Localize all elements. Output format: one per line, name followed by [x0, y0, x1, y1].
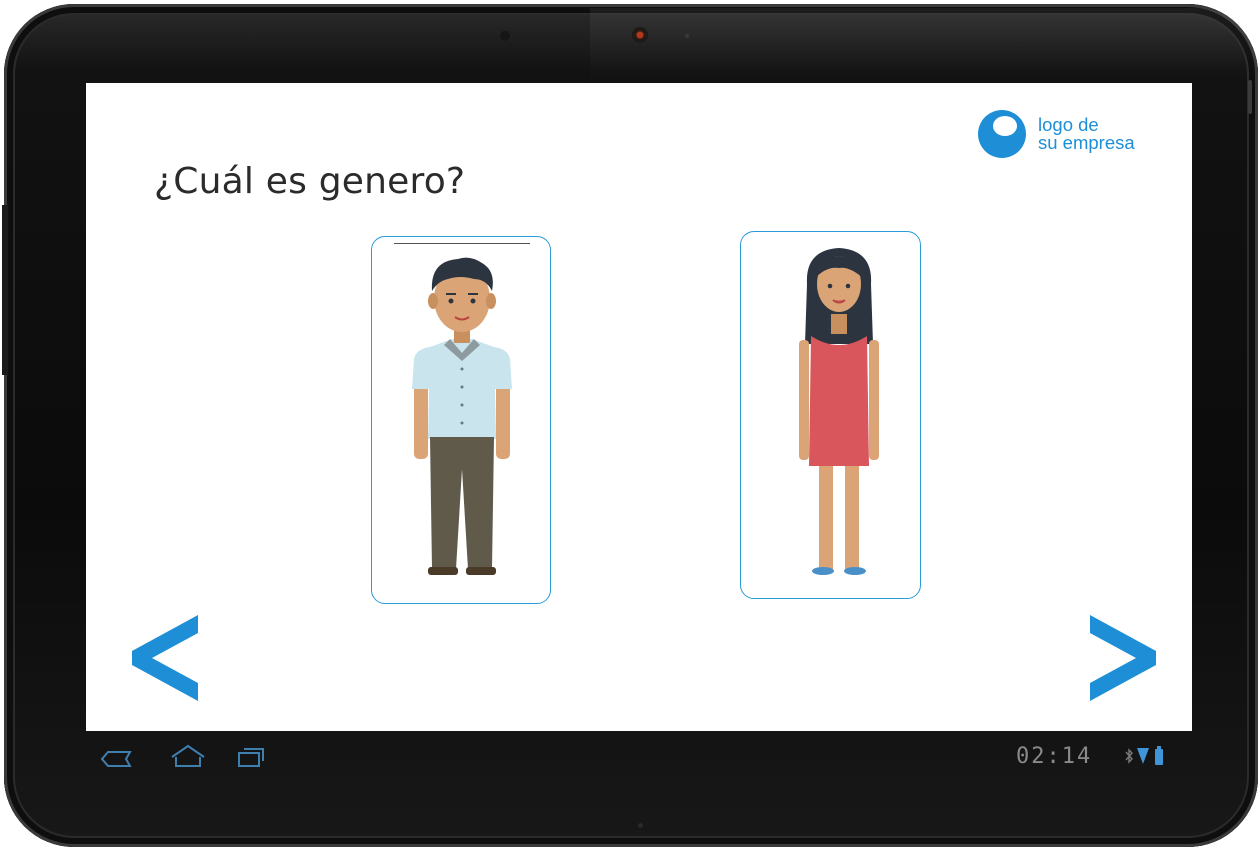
home-icon[interactable] — [170, 743, 206, 769]
option-card-male[interactable] — [371, 236, 551, 604]
wifi-icon — [1137, 748, 1149, 764]
proximity-sensor — [685, 34, 689, 38]
company-logo: logo de su empresa — [977, 109, 1135, 159]
system-navigation-bar: 02:14 — [86, 731, 1192, 787]
light-sensor — [500, 31, 510, 41]
option-card-female[interactable] — [740, 231, 921, 599]
volume-rocker — [2, 205, 8, 375]
logo-circle-icon — [978, 110, 1026, 158]
logo-line-2: su empresa — [1038, 132, 1135, 153]
front-camera — [632, 27, 648, 43]
power-button — [1248, 80, 1252, 114]
chevron-right-icon[interactable] — [1086, 613, 1158, 703]
man-figure-icon — [412, 257, 512, 575]
recent-apps-icon[interactable] — [236, 745, 266, 769]
bluetooth-icon — [1125, 748, 1133, 764]
chevron-left-icon[interactable] — [130, 613, 202, 703]
bezel-highlight — [590, 8, 1258, 84]
battery-icon — [1155, 746, 1163, 765]
image-edge-line — [394, 243, 530, 244]
question-title: ¿Cuál es genero? — [154, 161, 466, 202]
app-screen: ¿Cuál es genero? logo de su empresa — [86, 83, 1192, 731]
logo-text: logo de su empresa — [1038, 115, 1135, 153]
microphone-hole — [638, 823, 643, 828]
back-icon[interactable] — [100, 749, 134, 769]
status-clock: 02:14 — [1016, 744, 1093, 769]
woman-figure-icon — [799, 248, 879, 575]
